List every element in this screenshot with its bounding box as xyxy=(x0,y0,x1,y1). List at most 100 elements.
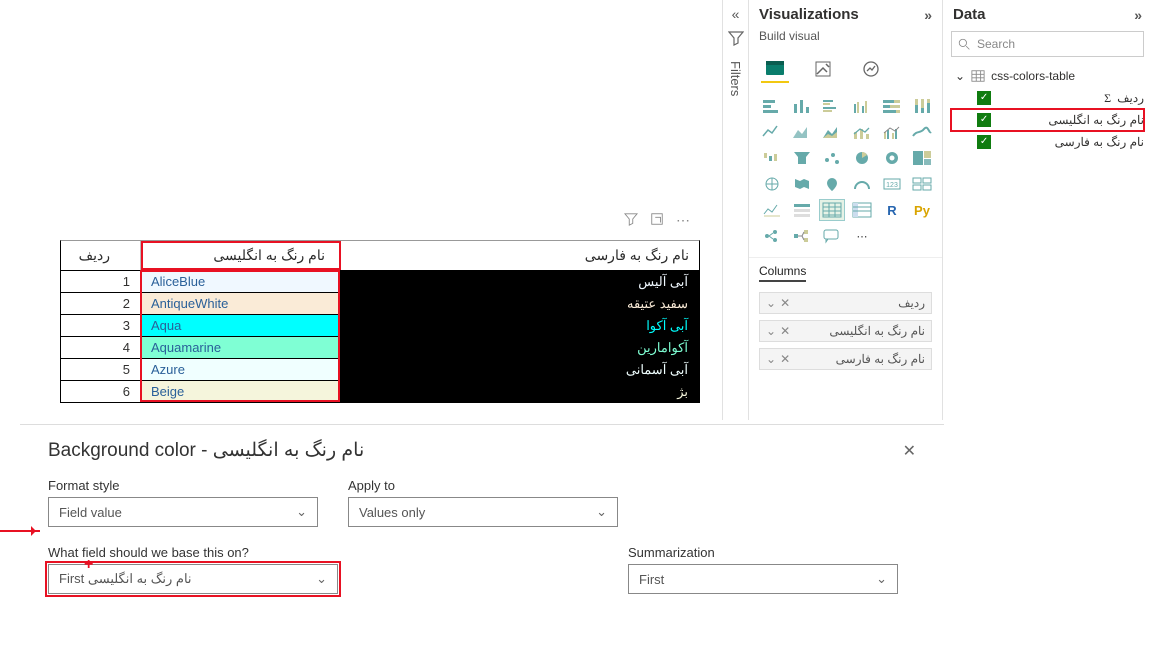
dialog-title: Background color - نام رنگ به انگلیسی xyxy=(48,439,364,462)
field-well-en[interactable]: نام رنگ به انگلیسی ⌄✕ xyxy=(759,320,932,342)
format-style-label: Format style xyxy=(48,478,348,493)
table-row[interactable]: 4Aquamarineآکوامارین xyxy=(61,337,699,359)
chevron-down-icon: ⌄ xyxy=(955,69,965,83)
checkbox-checked-icon[interactable]: ✓ xyxy=(977,135,991,149)
cell-fa: آبی آلیس xyxy=(341,271,699,293)
viz-clustered-column-icon[interactable] xyxy=(849,95,875,117)
visualizations-title: Visualizations xyxy=(759,6,859,23)
field-row[interactable]: ردیف Σ ✓ xyxy=(951,87,1144,109)
visual-toolbar: ⋯ xyxy=(624,212,690,229)
checkbox-checked-icon[interactable]: ✓ xyxy=(977,91,991,105)
viz-table-icon[interactable] xyxy=(819,199,845,221)
table-node[interactable]: ⌄ css-colors-table xyxy=(951,65,1144,87)
collapse-icon[interactable]: » xyxy=(924,7,932,23)
format-visual-tab-icon[interactable] xyxy=(809,55,837,83)
viz-clustered-bar-icon[interactable] xyxy=(819,95,845,117)
cell-fa: آبی آکوا xyxy=(341,315,699,337)
viz-line-icon[interactable] xyxy=(759,121,785,143)
search-input[interactable]: Search xyxy=(951,31,1144,57)
expand-left-icon[interactable]: « xyxy=(732,6,740,22)
chevron-down-icon[interactable]: ⌄ xyxy=(766,324,776,338)
table-row[interactable]: 5Azureآبی آسمانی xyxy=(61,359,699,381)
filters-icon[interactable] xyxy=(728,30,744,49)
viz-pie-icon[interactable] xyxy=(849,147,875,169)
chevron-down-icon: ⌄ xyxy=(876,571,887,587)
viz-kpi-icon[interactable] xyxy=(759,199,785,221)
collapse-icon[interactable]: » xyxy=(1134,7,1142,23)
viz-stacked-column-icon[interactable] xyxy=(789,95,815,117)
viz-qa-icon[interactable] xyxy=(819,225,845,247)
header-fa[interactable]: نام رنگ به فارسی xyxy=(341,241,699,270)
viz-donut-icon[interactable] xyxy=(879,147,905,169)
table-row[interactable]: 1AliceBlueآبی آلیس xyxy=(61,271,699,293)
viz-python-icon[interactable]: Py xyxy=(909,199,935,221)
annotation-arrow xyxy=(0,530,40,532)
viz-100-bar-icon[interactable] xyxy=(879,95,905,117)
viz-100-column-icon[interactable] xyxy=(909,95,935,117)
focus-icon[interactable] xyxy=(650,212,664,229)
viz-stacked-area-icon[interactable] xyxy=(819,121,845,143)
viz-treemap-icon[interactable] xyxy=(909,147,935,169)
chevron-down-icon[interactable]: ⌄ xyxy=(766,296,776,310)
cell-en: AntiqueWhite xyxy=(141,293,341,315)
build-visual-tab-icon[interactable] xyxy=(761,55,789,83)
chevron-down-icon[interactable]: ⌄ xyxy=(766,352,776,366)
viz-waterfall-icon[interactable] xyxy=(759,147,785,169)
table-body: 1AliceBlueآبی آلیس2AntiqueWhiteسفید عتیق… xyxy=(61,271,699,403)
viz-more-icon[interactable]: ⋯ xyxy=(849,225,875,247)
filters-strip: « Filters xyxy=(722,0,748,420)
viz-azure-map-icon[interactable] xyxy=(819,173,845,195)
table-row[interactable]: 6Beigeبژ xyxy=(61,381,699,403)
columns-tab[interactable]: Columns xyxy=(759,264,806,282)
cell-fa: آبی آسمانی xyxy=(341,359,699,381)
remove-icon[interactable]: ✕ xyxy=(780,296,790,310)
dropdown-value: First نام رنگ به انگلیسی xyxy=(59,571,192,587)
viz-stacked-bar-icon[interactable] xyxy=(759,95,785,117)
cell-row: 1 xyxy=(61,271,141,293)
viz-filled-map-icon[interactable] xyxy=(789,173,815,195)
apply-to-dropdown[interactable]: Values only ⌄ xyxy=(348,497,618,527)
analytics-tab-icon[interactable] xyxy=(857,55,885,83)
field-wells-tabs: Columns xyxy=(749,257,942,286)
more-icon[interactable]: ⋯ xyxy=(676,212,690,229)
viz-gauge-icon[interactable] xyxy=(849,173,875,195)
field-row-fa[interactable]: نام رنگ به فارسی ✓ xyxy=(951,131,1144,153)
filters-label[interactable]: Filters xyxy=(728,61,743,96)
header-en[interactable]: نام رنگ به انگلیسی xyxy=(141,241,341,270)
field-row-en[interactable]: نام رنگ به انگلیسی ✓ xyxy=(951,109,1144,131)
cell-en: Beige xyxy=(141,381,341,403)
apply-to-label: Apply to xyxy=(348,478,628,493)
table-header-row: ردیف نام رنگ به انگلیسی نام رنگ به فارسی xyxy=(61,241,699,271)
viz-line-clustered-icon[interactable] xyxy=(879,121,905,143)
viz-key-influencers-icon[interactable] xyxy=(759,225,785,247)
viz-area-icon[interactable] xyxy=(789,121,815,143)
viz-slicer-icon[interactable] xyxy=(789,199,815,221)
filter-icon[interactable] xyxy=(624,212,638,229)
summarization-dropdown[interactable]: First ⌄ xyxy=(628,564,898,594)
viz-line-stacked-icon[interactable] xyxy=(849,121,875,143)
viz-card-icon[interactable]: 123 xyxy=(879,173,905,195)
format-style-dropdown[interactable]: Field value ⌄ xyxy=(48,497,318,527)
close-icon[interactable]: ✕ xyxy=(903,441,916,461)
viz-map-icon[interactable] xyxy=(759,173,785,195)
viz-ribbon-icon[interactable] xyxy=(909,121,935,143)
viz-r-icon[interactable]: R xyxy=(879,199,905,221)
viz-scatter-icon[interactable] xyxy=(819,147,845,169)
table-visual[interactable]: ⋯ ردیف نام رنگ به انگلیسی نام رنگ به فار… xyxy=(60,240,700,403)
viz-matrix-icon[interactable] xyxy=(849,199,875,221)
header-row[interactable]: ردیف xyxy=(61,241,141,270)
remove-icon[interactable]: ✕ xyxy=(780,352,790,366)
viz-multi-card-icon[interactable] xyxy=(909,173,935,195)
table-row[interactable]: 2AntiqueWhiteسفید عتیقه xyxy=(61,293,699,315)
checkbox-checked-icon[interactable]: ✓ xyxy=(977,113,991,127)
table-row[interactable]: 3Aquaآبی آکوا xyxy=(61,315,699,337)
viz-funnel-icon[interactable] xyxy=(789,147,815,169)
visualizations-pane: Visualizations » Build visual xyxy=(748,0,942,420)
cell-en: Aquamarine xyxy=(141,337,341,359)
summarization-label: Summarization xyxy=(628,545,928,560)
viz-decomposition-icon[interactable] xyxy=(789,225,815,247)
field-well-row[interactable]: ردیف ⌄✕ xyxy=(759,292,932,314)
field-label: ردیف xyxy=(1117,91,1144,105)
remove-icon[interactable]: ✕ xyxy=(780,324,790,338)
field-well-fa[interactable]: نام رنگ به فارسی ⌄✕ xyxy=(759,348,932,370)
